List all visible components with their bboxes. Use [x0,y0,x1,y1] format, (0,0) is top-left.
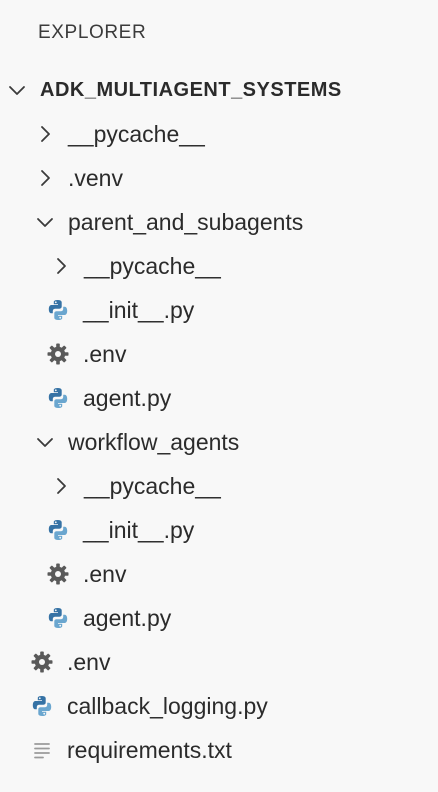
python-icon [46,298,70,322]
tree-item-label: agent.py [83,604,172,631]
tree-item-init-py[interactable]: __init__.py [0,288,438,332]
tree-item-env[interactable]: .env [0,640,438,684]
tree-item-agent-py[interactable]: agent.py [0,596,438,640]
python-icon [46,386,70,410]
python-icon [46,606,70,630]
tree-item-label: agent.py [83,384,172,411]
tree-item-requirements-txt[interactable]: requirements.txt [0,728,438,772]
tree-item-label: workflow_agents [68,428,240,455]
chevron-down-icon[interactable] [35,432,55,452]
gear-icon [46,342,70,366]
tree-item-init-py[interactable]: __init__.py [0,508,438,552]
chevron-right-icon[interactable] [51,256,71,276]
tree-item-label: __pycache__ [68,120,205,147]
chevron-right-icon[interactable] [35,168,55,188]
python-icon [30,694,54,718]
chevron-right-icon[interactable] [51,476,71,496]
gear-icon [46,562,70,586]
tree-item-label: .env [67,648,111,675]
tree-item-label: .env [83,340,127,367]
tree-item-parent-and-subagents[interactable]: parent_and_subagents [0,200,438,244]
tree-item-label: __pycache__ [84,252,221,279]
tree-item-label: requirements.txt [67,736,232,763]
tree-item-pycache[interactable]: __pycache__ [0,464,438,508]
explorer-title: EXPLORER [38,22,147,43]
tree-root-folder[interactable]: ADK_MULTIAGENT_SYSTEMS [0,68,438,112]
tree-item-callback-logging-py[interactable]: callback_logging.py [0,684,438,728]
gear-icon [30,650,54,674]
tree-item-label: .venv [68,164,123,191]
text-file-icon [30,738,54,762]
tree-item-label: __init__.py [83,516,195,543]
tree-item-pycache[interactable]: __pycache__ [0,112,438,156]
tree-item-label: .env [83,560,127,587]
tree-item-label: __init__.py [83,296,195,323]
tree-item-env[interactable]: .env [0,552,438,596]
tree-item-label: __pycache__ [84,472,221,499]
file-tree: ADK_MULTIAGENT_SYSTEMS __pycache__ .venv… [0,68,438,772]
chevron-down-icon[interactable] [35,212,55,232]
python-icon [46,518,70,542]
chevron-down-icon[interactable] [7,80,27,100]
tree-item-pycache[interactable]: __pycache__ [0,244,438,288]
tree-item-agent-py[interactable]: agent.py [0,376,438,420]
chevron-right-icon[interactable] [35,124,55,144]
tree-item-workflow-agents[interactable]: workflow_agents [0,420,438,464]
tree-item-label: callback_logging.py [67,692,268,719]
tree-item-label: parent_and_subagents [68,208,304,235]
tree-item-env[interactable]: .env [0,332,438,376]
tree-item-venv[interactable]: .venv [0,156,438,200]
root-folder-label: ADK_MULTIAGENT_SYSTEMS [40,78,342,101]
